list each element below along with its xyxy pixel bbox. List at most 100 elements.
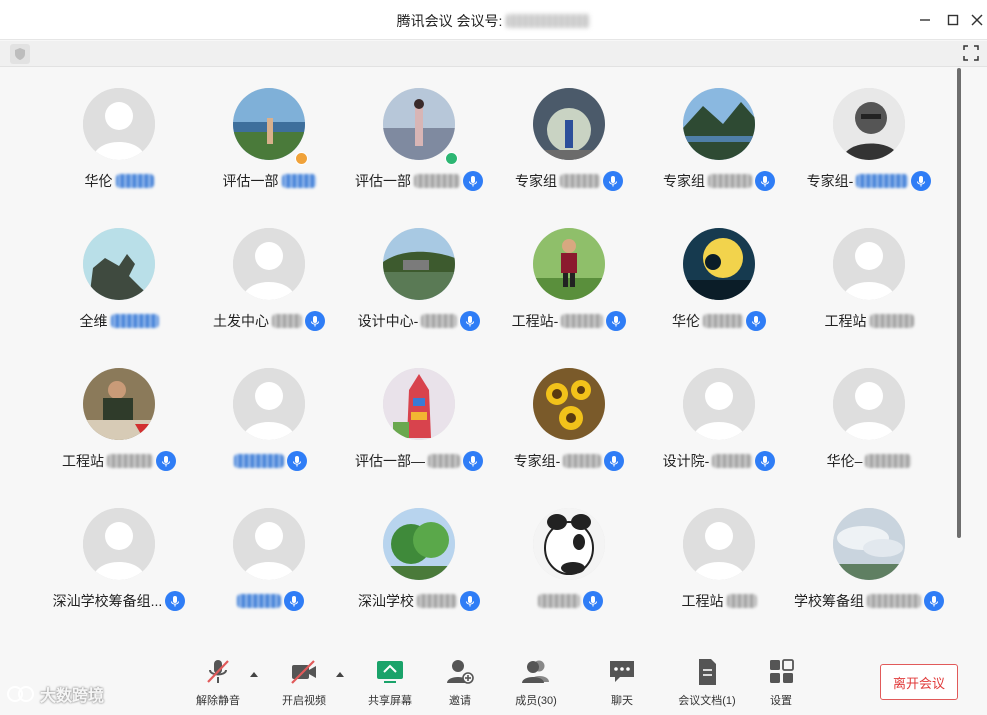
participant-avatar xyxy=(683,228,755,300)
participant-tile[interactable]: 华伦 xyxy=(44,88,194,208)
participant-tile[interactable]: 工程站 xyxy=(794,228,944,348)
participant-name-row: 专家组 xyxy=(644,170,794,192)
security-shield-icon[interactable] xyxy=(10,44,30,64)
maximize-icon[interactable] xyxy=(941,8,965,32)
microphone-icon xyxy=(924,591,944,611)
participant-tile[interactable]: 专家组- xyxy=(494,368,644,488)
participant-avatar xyxy=(833,508,905,580)
participant-tile[interactable]: 土发中心 xyxy=(194,228,344,348)
participant-tile[interactable]: 华伦– xyxy=(794,368,944,488)
participant-name-row: 工程站- xyxy=(494,310,644,332)
participant-tile[interactable]: 评估一部 xyxy=(344,88,494,208)
redacted-name-smear xyxy=(234,454,284,468)
microphone-icon xyxy=(755,451,776,471)
chat-label: 聊天 xyxy=(611,695,633,707)
participant-name: 专家组- xyxy=(513,453,561,469)
participant-name-row: 评估一部 xyxy=(344,170,494,192)
participant-name: 深汕学校筹备组... xyxy=(52,593,163,609)
participant-tile[interactable] xyxy=(194,368,344,488)
window-title: 腾讯会议 会议号: xyxy=(0,11,987,31)
participant-tile[interactable]: 评估一部— xyxy=(344,368,494,488)
participant-avatar xyxy=(533,508,605,580)
participant-avatar xyxy=(383,508,455,580)
settings-grid-icon xyxy=(770,659,794,683)
participant-name: 工程站- xyxy=(511,313,559,329)
participant-name: 全维 xyxy=(79,313,108,329)
participant-tile[interactable]: 全维 xyxy=(44,228,194,348)
role-badge-icon xyxy=(445,152,458,165)
participant-avatar xyxy=(83,228,155,300)
participant-name-row xyxy=(494,590,644,612)
participant-name-row: 工程站 xyxy=(44,450,194,472)
participant-name-row: 设计院- xyxy=(644,450,794,472)
participant-tile[interactable]: 专家组 xyxy=(494,88,644,208)
participant-avatar xyxy=(83,368,155,440)
scrollbar[interactable] xyxy=(957,68,961,538)
participant-tile[interactable]: 专家组 xyxy=(644,88,794,208)
redacted-name-smear xyxy=(560,174,600,188)
participant-name-row: 专家组 xyxy=(494,170,644,192)
default-avatar xyxy=(233,228,305,300)
fullscreen-icon[interactable] xyxy=(963,45,979,61)
participant-name: 学校筹备组 xyxy=(794,593,864,609)
redacted-name-smear xyxy=(712,454,753,468)
participant-name-row: 工程站 xyxy=(644,590,794,612)
microphone-icon xyxy=(463,451,483,471)
participant-tile[interactable]: 工程站 xyxy=(44,368,194,488)
participant-tile[interactable]: 深汕学校筹备组... xyxy=(44,508,194,628)
participant-tile[interactable]: 专家组- xyxy=(794,88,944,208)
participant-name-row: 学校筹备组 xyxy=(794,590,944,612)
participant-name: 专家组 xyxy=(515,173,557,189)
minimize-icon[interactable] xyxy=(913,8,937,32)
default-avatar xyxy=(833,228,905,300)
members-icon xyxy=(522,660,549,683)
participant-name-row: 华伦 xyxy=(44,170,194,192)
redacted-name-smear xyxy=(414,174,460,188)
participant-tile[interactable]: 华伦 xyxy=(644,228,794,348)
redacted-name-smear xyxy=(703,314,743,328)
meeting-docs-button[interactable]: 会议文档(1) xyxy=(669,658,745,710)
participant-tile[interactable]: 深汕学校 xyxy=(344,508,494,628)
redacted-name-smear xyxy=(867,594,921,608)
participant-avatar xyxy=(383,228,455,300)
settings-button[interactable]: 设置 xyxy=(743,658,819,710)
participant-tile[interactable]: 学校筹备组 xyxy=(794,508,944,628)
watermark-logo-icon xyxy=(7,686,34,702)
redacted-name-smear xyxy=(107,454,153,468)
participant-name-row: 评估一部— xyxy=(344,450,494,472)
share-screen-button[interactable]: 共享屏幕 xyxy=(352,658,428,710)
video-options-caret-icon[interactable] xyxy=(335,670,345,678)
redacted-name-smear xyxy=(115,174,154,188)
unmute-button[interactable]: 解除静音 xyxy=(180,658,256,710)
redacted-name-smear xyxy=(856,174,909,188)
participant-tile[interactable] xyxy=(194,508,344,628)
video-off-icon xyxy=(291,660,316,684)
microphone-icon xyxy=(463,171,483,191)
microphone-icon xyxy=(284,591,304,611)
participant-tile[interactable]: 工程站 xyxy=(644,508,794,628)
redacted-name-smear xyxy=(561,314,604,328)
participant-tile[interactable]: 设计院- xyxy=(644,368,794,488)
participant-name-row: 土发中心 xyxy=(194,310,344,332)
leave-meeting-button[interactable]: 离开会议 xyxy=(880,664,958,700)
redacted-name-smear xyxy=(428,454,460,468)
participant-tile[interactable]: 工程站- xyxy=(494,228,644,348)
invite-button[interactable]: 邀请 xyxy=(422,658,498,710)
participant-name: 工程站 xyxy=(824,313,867,329)
participant-tile[interactable]: 设计中心- xyxy=(344,228,494,348)
microphone-icon xyxy=(305,311,325,331)
start-video-button[interactable]: 开启视频 xyxy=(266,658,342,710)
members-button[interactable]: 成员(30) xyxy=(498,658,574,710)
redacted-name-smear xyxy=(708,174,752,188)
share-screen-label: 共享屏幕 xyxy=(368,695,412,707)
audio-options-caret-icon[interactable] xyxy=(249,670,259,678)
chat-button[interactable]: 聊天 xyxy=(584,658,660,710)
participant-tile[interactable] xyxy=(494,508,644,628)
redacted-name-smear xyxy=(417,594,457,608)
close-icon[interactable] xyxy=(965,8,987,32)
participant-name-row: 专家组- xyxy=(494,450,644,472)
microphone-icon xyxy=(603,171,623,191)
participant-avatar xyxy=(233,88,305,160)
participant-tile[interactable]: 评估一部 xyxy=(194,88,344,208)
meeting-id-redacted xyxy=(506,14,591,28)
